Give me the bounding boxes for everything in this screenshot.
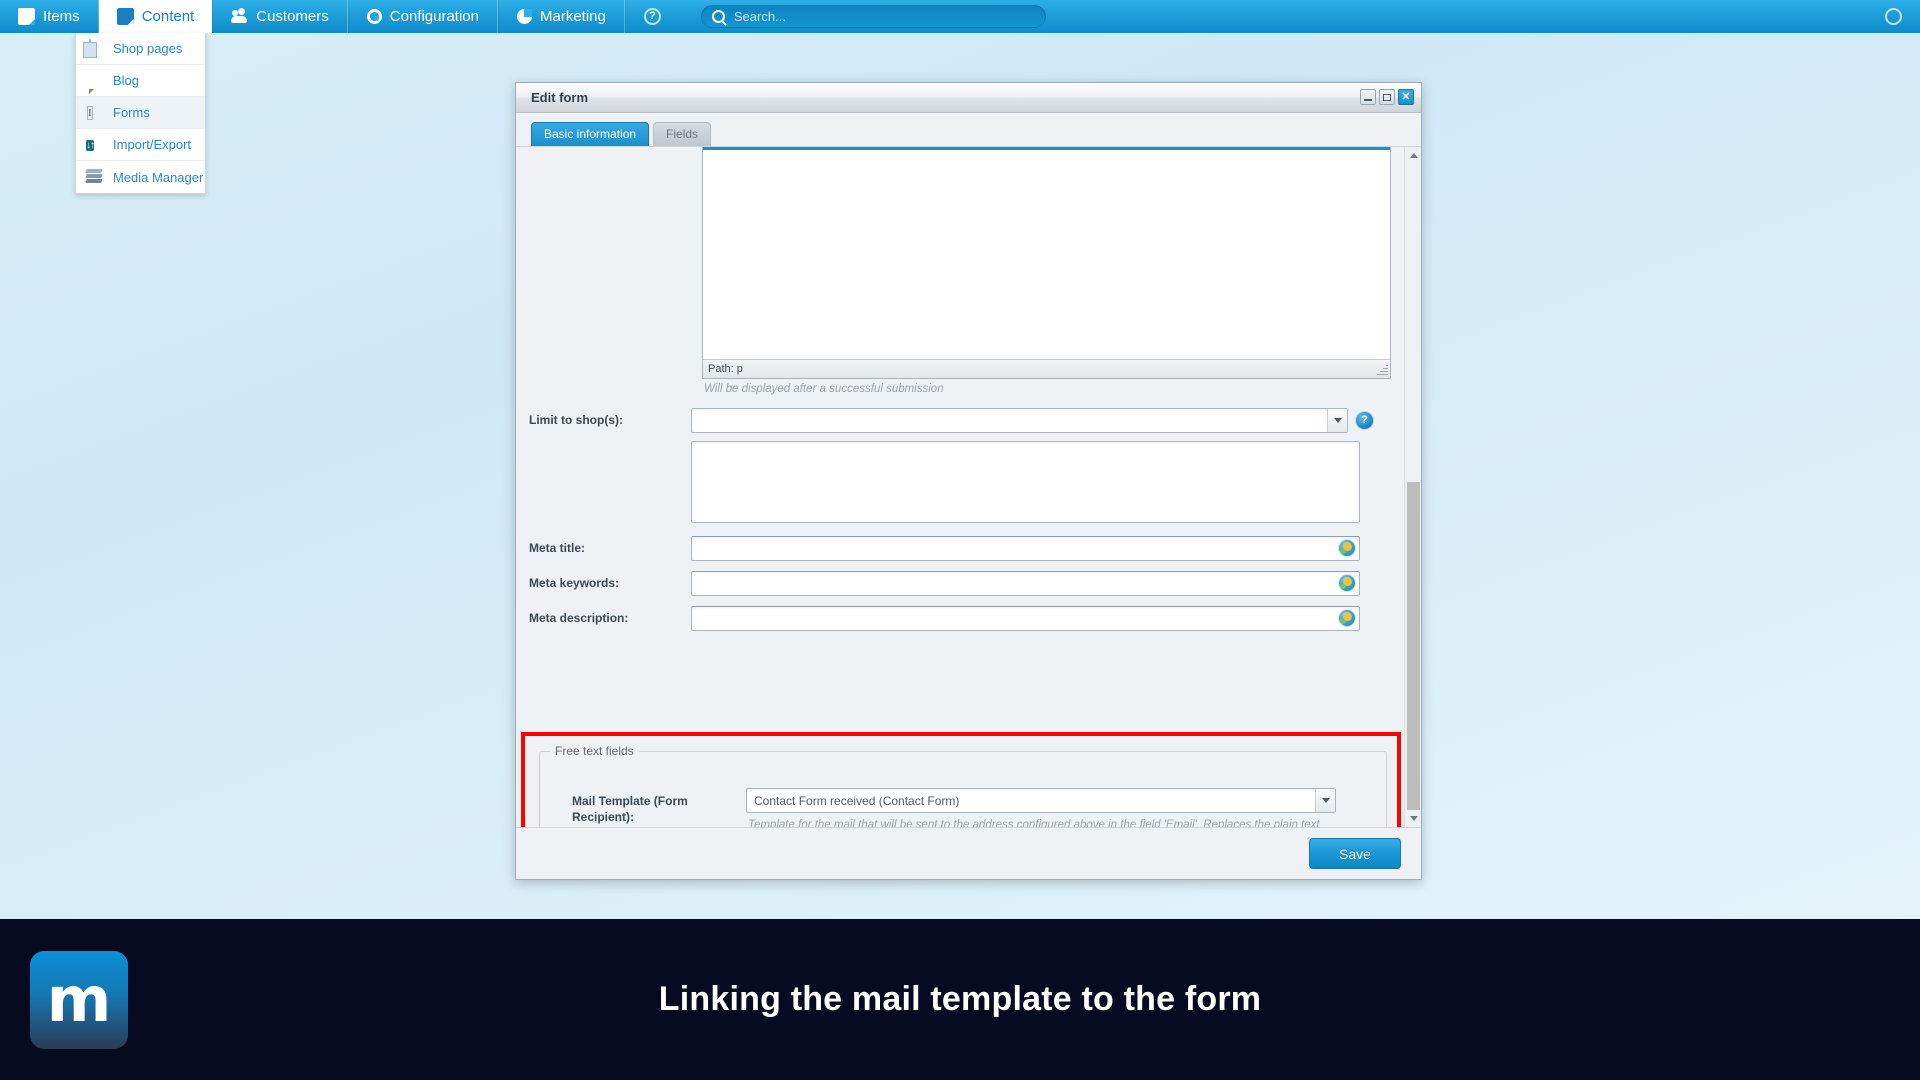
top-navigation-bar: Items Content Customers Configuration Ma… bbox=[0, 0, 1920, 33]
text-cursor-icon: I bbox=[87, 105, 93, 120]
scroll-up-arrow-icon[interactable] bbox=[1405, 147, 1421, 164]
dialog-footer: Save bbox=[516, 827, 1421, 879]
box-icon bbox=[18, 8, 35, 25]
chevron-down-icon[interactable] bbox=[1315, 789, 1335, 812]
maximize-icon[interactable] bbox=[1379, 89, 1395, 105]
pages-icon bbox=[86, 38, 104, 58]
free-text-fields-legend: Free text fields bbox=[555, 744, 634, 758]
nav-item-label: Items bbox=[43, 8, 80, 25]
dialog-title: Edit form bbox=[531, 90, 589, 105]
form-row-mail-template: Mail Template (Form Recipient): Contact … bbox=[550, 788, 1376, 827]
users-icon bbox=[231, 8, 248, 25]
globe-icon[interactable] bbox=[1339, 539, 1355, 556]
tab-fields[interactable]: Fields bbox=[653, 122, 712, 146]
search-icon bbox=[711, 10, 725, 23]
meta-title-input[interactable] bbox=[691, 535, 1360, 561]
form-scroll-area: Path: p Will be displayed after a succes… bbox=[516, 147, 1403, 827]
mail-template-value: Contact Form received (Contact Form) bbox=[754, 793, 960, 808]
form-row-meta-description: Meta description: bbox=[516, 605, 1403, 631]
caption-text: Linking the mail template to the form bbox=[658, 980, 1262, 1018]
nav-item-customers[interactable]: Customers bbox=[212, 0, 348, 33]
free-text-fields-group: Free text fields Mail Template (Form Rec… bbox=[539, 744, 1387, 827]
mail-template-select[interactable]: Contact Form received (Contact Form) bbox=[746, 788, 1336, 813]
edit-form-dialog: Edit form ✕ Basic information Fields Pat… bbox=[515, 82, 1422, 880]
import-export-icon: ↓↑ bbox=[86, 139, 95, 151]
gear-icon bbox=[366, 9, 382, 24]
search-input[interactable] bbox=[733, 9, 1035, 24]
menu-item-label: Blog bbox=[113, 73, 140, 88]
menu-item-label: Import/Export bbox=[113, 137, 192, 152]
limit-to-shops-combobox[interactable] bbox=[691, 407, 1348, 433]
label-meta-keywords: Meta keywords: bbox=[529, 575, 620, 590]
nav-item-configuration[interactable]: Configuration bbox=[347, 0, 498, 33]
save-button[interactable]: Save bbox=[1309, 838, 1401, 869]
label-meta-description: Meta description: bbox=[529, 610, 629, 625]
free-text-fields-highlight: Free text fields Mail Template (Form Rec… bbox=[521, 732, 1401, 827]
scrollbar-thumb[interactable] bbox=[1407, 482, 1420, 812]
editor-resize-grip[interactable] bbox=[1376, 364, 1388, 376]
globe-icon[interactable] bbox=[1339, 609, 1355, 626]
menu-item-forms[interactable]: I Forms bbox=[76, 97, 205, 129]
close-icon[interactable]: ✕ bbox=[1398, 89, 1414, 105]
nav-item-label: Content bbox=[141, 8, 195, 25]
user-circle-icon bbox=[1885, 8, 1902, 25]
pie-chart-icon bbox=[517, 9, 532, 24]
label-shop-multiselect bbox=[516, 441, 691, 446]
dialog-body: Path: p Will be displayed after a succes… bbox=[516, 146, 1421, 827]
menu-item-label: Media Manager bbox=[113, 169, 204, 185]
vertical-scrollbar[interactable] bbox=[1404, 147, 1421, 827]
menu-item-shop-pages[interactable]: Shop pages bbox=[76, 33, 205, 65]
chevron-down-icon[interactable] bbox=[1327, 408, 1347, 432]
tab-basic-information[interactable]: Basic information bbox=[531, 122, 650, 146]
scroll-down-arrow-icon[interactable] bbox=[1405, 810, 1421, 827]
nav-item-content[interactable]: Content bbox=[98, 0, 213, 33]
nav-item-label: Configuration bbox=[389, 8, 479, 25]
globe-icon[interactable] bbox=[1339, 574, 1355, 591]
minimize-icon[interactable] bbox=[1360, 89, 1376, 105]
brand-logo: m bbox=[30, 950, 128, 1049]
menu-item-label: Forms bbox=[113, 105, 150, 120]
help-icon-limit-to-shops[interactable]: ? bbox=[1356, 411, 1373, 429]
menu-item-import-export[interactable]: ↓↑ Import/Export bbox=[76, 129, 205, 161]
nav-item-items[interactable]: Items bbox=[0, 0, 99, 33]
window-controls: ✕ bbox=[1360, 89, 1414, 105]
speech-bubble-icon bbox=[86, 72, 104, 90]
layers-icon bbox=[85, 168, 104, 186]
menu-item-media-manager[interactable]: Media Manager bbox=[76, 161, 205, 193]
search-box[interactable] bbox=[700, 5, 1046, 28]
nav-item-label: Marketing bbox=[540, 8, 606, 25]
form-row-shop-multiselect bbox=[516, 440, 1403, 523]
menu-item-label: Shop pages bbox=[113, 41, 183, 56]
dialog-tabs: Basic information Fields bbox=[531, 120, 1421, 146]
dialog-title-bar[interactable]: Edit form ✕ bbox=[516, 83, 1421, 113]
label-meta-title: Meta title: bbox=[529, 540, 586, 555]
label-mail-template: Mail Template (Form Recipient): bbox=[572, 794, 688, 825]
nav-item-label: Customers bbox=[256, 8, 329, 25]
nav-item-account[interactable] bbox=[1867, 0, 1920, 33]
meta-keywords-input[interactable] bbox=[691, 570, 1360, 596]
caption-banner: m Linking the mail template to the form bbox=[0, 919, 1920, 1080]
content-dropdown-menu: Shop pages Blog I Forms ↓↑ Import/Export… bbox=[75, 33, 206, 194]
shop-multiselect-listbox[interactable] bbox=[691, 440, 1360, 523]
page-icon bbox=[116, 8, 134, 25]
form-row-meta-title: Meta title: bbox=[516, 535, 1403, 561]
meta-description-input[interactable] bbox=[691, 605, 1360, 631]
help-circle-icon: ? bbox=[643, 8, 661, 25]
menu-item-blog[interactable]: Blog bbox=[76, 65, 205, 97]
editor-top-border bbox=[703, 147, 1390, 150]
nav-item-marketing[interactable]: Marketing bbox=[498, 0, 625, 33]
rich-text-editor[interactable]: Path: p bbox=[702, 147, 1391, 379]
label-limit-to-shops: Limit to shop(s): bbox=[529, 412, 623, 427]
editor-path-status: Path: p bbox=[703, 359, 1390, 378]
editor-hint: Will be displayed after a successful sub… bbox=[704, 383, 944, 395]
mail-template-hint: Template for the mail that will be sent … bbox=[748, 819, 1320, 827]
form-row-meta-keywords: Meta keywords: bbox=[516, 570, 1403, 596]
form-row-limit-to-shops: Limit to shop(s): ? bbox=[516, 407, 1403, 433]
nav-item-help[interactable]: ? bbox=[624, 0, 679, 33]
